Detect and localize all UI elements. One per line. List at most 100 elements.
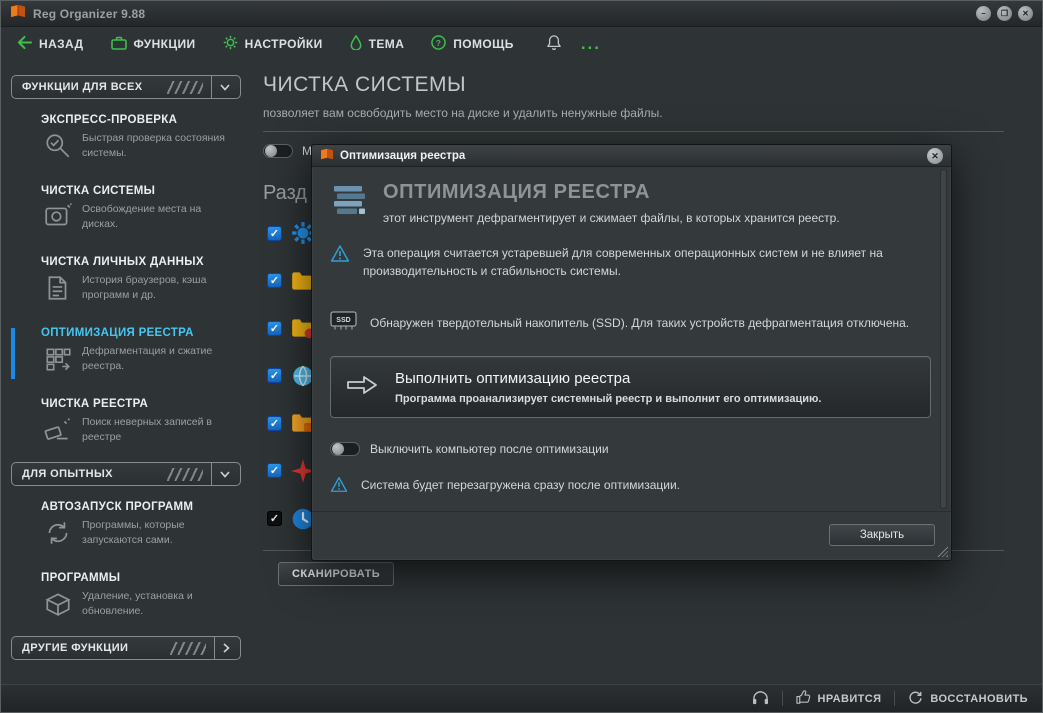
item-title: ПРОГРАММЫ bbox=[41, 572, 241, 584]
like-label: НРАВИТСЯ bbox=[818, 693, 882, 705]
reboot-warning-row: Система будет перезагружена сразу после … bbox=[330, 476, 931, 498]
deprecated-warning-text: Эта операция считается устаревшей для со… bbox=[363, 244, 929, 280]
stripes-decoration bbox=[170, 642, 206, 655]
item-title: ЧИСТКА СИСТЕМЫ bbox=[41, 185, 241, 197]
sidebar-item-private-data-clean[interactable]: ЧИСТКА ЛИЧНЫХ ДАННЫХ История браузеров, … bbox=[11, 249, 241, 320]
list-item[interactable]: ✓ bbox=[267, 410, 316, 436]
item-title: АВТОЗАПУСК ПРОГРАММ bbox=[41, 501, 241, 513]
checkbox-checked[interactable]: ✓ bbox=[267, 226, 282, 241]
section-header-label: ФУНКЦИИ ДЛЯ ВСЕХ bbox=[22, 81, 142, 93]
shutdown-toggle-label: Выключить компьютер после оптимизации bbox=[370, 442, 609, 456]
sidebar-section-for-experienced[interactable]: ДЛЯ ОПЫТНЫХ bbox=[11, 462, 241, 486]
list-item[interactable]: ✓ bbox=[267, 268, 316, 294]
sidebar-item-express-check[interactable]: ЭКСПРЕСС-ПРОВЕРКА Быстрая проверка состо… bbox=[11, 107, 241, 178]
run-optimization-subtitle: Программа проанализирует системный реест… bbox=[395, 393, 821, 405]
dialog-titlebar[interactable]: Оптимизация реестра ✕ bbox=[312, 145, 951, 167]
run-optimization-button[interactable]: Выполнить оптимизацию реестра Программа … bbox=[330, 356, 931, 418]
ssd-note-row: SSD Обнаружен твердотельный накопитель (… bbox=[330, 310, 931, 336]
more-menu-button[interactable]: ... bbox=[581, 39, 601, 49]
list-item[interactable]: ✓ bbox=[267, 506, 316, 532]
item-title: ЭКСПРЕСС-ПРОВЕРКА bbox=[41, 114, 241, 126]
app-logo-icon bbox=[10, 4, 26, 23]
item-subtitle: Программы, которые запускаются сами. bbox=[82, 518, 234, 547]
dialog-heading-subtitle: этот инструмент дефрагментирует и сжимае… bbox=[383, 211, 840, 225]
scan-button[interactable]: СКАНИРОВАТЬ bbox=[278, 562, 394, 586]
sidebar: ФУНКЦИИ ДЛЯ ВСЕХ ЭКСПРЕСС-ПРОВЕРКА Быстр… bbox=[11, 75, 241, 668]
item-subtitle: Поиск неверных записей в реестре bbox=[82, 415, 234, 444]
sidebar-section-other-functions[interactable]: ДРУГИЕ ФУНКЦИИ bbox=[11, 636, 241, 660]
titlebar: Reg Organizer 9.88 – ❐ ✕ bbox=[1, 1, 1042, 27]
sidebar-item-system-clean[interactable]: ЧИСТКА СИСТЕМЫ Освобождение места на дис… bbox=[11, 178, 241, 249]
functions-menu-button[interactable]: ФУНКЦИИ bbox=[111, 36, 196, 53]
checkbox-checked[interactable]: ✓ bbox=[267, 321, 282, 336]
item-title: ОПТИМИЗАЦИЯ РЕЕСТРА bbox=[41, 327, 241, 339]
stripes-decoration bbox=[167, 468, 203, 481]
shutdown-toggle-row: Выключить компьютер после оптимизации bbox=[330, 442, 931, 456]
maximize-button[interactable]: ❐ bbox=[997, 6, 1012, 21]
app-logo-icon bbox=[320, 147, 334, 165]
chevron-down-icon bbox=[211, 76, 230, 98]
deprecated-warning-row: Эта операция считается устаревшей для со… bbox=[330, 244, 931, 280]
dialog-close-button[interactable]: Закрыть bbox=[829, 524, 935, 546]
mode-toggle[interactable] bbox=[263, 144, 293, 158]
reboot-warning-text: Система будет перезагружена сразу после … bbox=[361, 476, 680, 494]
arrow-right-icon bbox=[346, 372, 378, 403]
settings-label: НАСТРОЙКИ bbox=[245, 37, 323, 51]
sidebar-section-functions-for-all[interactable]: ФУНКЦИИ ДЛЯ ВСЕХ bbox=[11, 75, 241, 99]
item-subtitle: Удаление, установка и обновление. bbox=[82, 589, 234, 618]
list-item[interactable]: ✓ bbox=[267, 363, 316, 389]
back-arrow-icon bbox=[17, 36, 32, 52]
list-item[interactable]: ✓ bbox=[267, 458, 316, 484]
bell-icon bbox=[547, 34, 561, 55]
divider bbox=[782, 691, 783, 706]
defrag-stack-icon bbox=[330, 181, 370, 226]
like-button[interactable]: НРАВИТСЯ bbox=[796, 690, 882, 708]
dialog-close-icon[interactable]: ✕ bbox=[927, 148, 943, 164]
autorun-arrows-icon bbox=[43, 518, 73, 548]
warning-triangle-icon bbox=[330, 476, 348, 498]
sidebar-item-registry-optimization[interactable]: ОПТИМИЗАЦИЯ РЕЕСТРА Дефрагментация и сжа… bbox=[11, 320, 241, 391]
chevron-right-icon bbox=[214, 637, 230, 659]
checkbox-checked[interactable]: ✓ bbox=[267, 463, 282, 478]
sidebar-item-registry-clean[interactable]: ЧИСТКА РЕЕСТРА Поиск неверных записей в … bbox=[11, 391, 241, 462]
restore-button[interactable]: ВОССТАНОВИТЬ bbox=[908, 690, 1028, 708]
notifications-button[interactable] bbox=[547, 34, 561, 55]
defrag-blocks-icon bbox=[43, 344, 73, 374]
warning-triangle-icon bbox=[330, 244, 350, 268]
magnifier-check-icon bbox=[43, 131, 73, 161]
headphones-icon bbox=[752, 690, 769, 708]
settings-menu-button[interactable]: НАСТРОЙКИ bbox=[223, 35, 323, 53]
theme-menu-button[interactable]: ТЕМА bbox=[350, 35, 405, 53]
minimize-button[interactable]: – bbox=[976, 6, 991, 21]
question-circle-icon: ? bbox=[431, 35, 446, 53]
dialog-scrollbar[interactable] bbox=[940, 169, 947, 509]
checkbox-checked[interactable]: ✓ bbox=[267, 273, 282, 288]
divider bbox=[894, 691, 895, 706]
back-button[interactable]: НАЗАД bbox=[17, 36, 84, 52]
page-title: ЧИСТКА СИСТЕМЫ bbox=[263, 73, 1004, 97]
dialog-title: Оптимизация реестра bbox=[340, 150, 465, 162]
sidebar-item-programs[interactable]: ПРОГРАММЫ Удаление, установка и обновлен… bbox=[11, 565, 241, 636]
support-button[interactable] bbox=[752, 690, 769, 708]
ssd-note-text: Обнаружен твердотельный накопитель (SSD)… bbox=[370, 314, 909, 332]
svg-text:?: ? bbox=[436, 38, 442, 48]
item-subtitle: Освобождение места на дисках. bbox=[82, 202, 234, 231]
sidebar-item-autostart[interactable]: АВТОЗАПУСК ПРОГРАММ Программы, которые з… bbox=[11, 494, 241, 565]
checkbox-checked[interactable]: ✓ bbox=[267, 416, 282, 431]
disk-clean-icon bbox=[43, 202, 73, 232]
shutdown-toggle[interactable] bbox=[330, 442, 360, 456]
box-icon bbox=[43, 589, 73, 619]
list-item[interactable]: ✓ bbox=[267, 220, 316, 246]
cleanup-category-list: ✓ ✓ ✓ ✓ ✓ ✓ ✓ bbox=[267, 220, 316, 553]
eraser-icon bbox=[43, 415, 73, 445]
history-docs-icon bbox=[43, 273, 73, 303]
close-button[interactable]: ✕ bbox=[1018, 6, 1033, 21]
divider bbox=[263, 131, 1004, 132]
dialog-footer: Закрыть bbox=[312, 511, 951, 560]
restore-circle-icon bbox=[908, 690, 923, 708]
restore-label: ВОССТАНОВИТЬ bbox=[930, 693, 1028, 705]
checkbox-dark[interactable]: ✓ bbox=[267, 511, 282, 526]
list-item[interactable]: ✓ bbox=[267, 315, 316, 341]
help-menu-button[interactable]: ? ПОМОЩЬ bbox=[431, 35, 514, 53]
app-window: Reg Organizer 9.88 – ❐ ✕ НАЗАД ФУНКЦИИ Н… bbox=[0, 0, 1043, 713]
